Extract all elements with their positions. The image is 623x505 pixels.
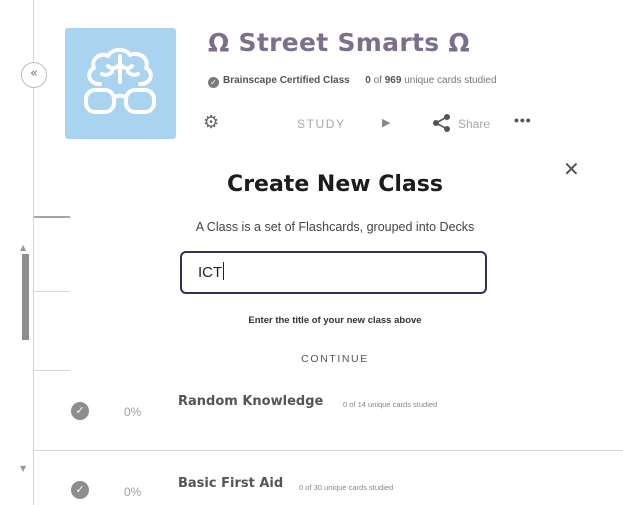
list-divider xyxy=(34,370,70,371)
deck-percent: 0% xyxy=(124,405,142,419)
cards-studied-count: 0 xyxy=(365,75,371,86)
gear-icon[interactable]: ⚙ xyxy=(203,113,223,133)
scrollbar-thumb[interactable] xyxy=(22,254,29,340)
input-value: ICT xyxy=(198,264,223,281)
list-header-divider xyxy=(34,216,70,218)
deck-card-count: 0 of 30 unique cards studied xyxy=(299,483,394,492)
collapse-sidebar-button[interactable]: « xyxy=(21,62,47,88)
class-thumbnail xyxy=(65,28,176,139)
class-title-input[interactable]: ICT xyxy=(180,251,487,294)
play-icon[interactable]: ▶ xyxy=(382,116,390,129)
more-options-icon[interactable]: ••• xyxy=(514,112,532,128)
input-hint: Enter the title of your new class above xyxy=(248,315,422,326)
cards-total-count: 969 xyxy=(384,75,402,86)
list-divider xyxy=(34,450,623,451)
modal-description: A Class is a set of Flashcards, grouped … xyxy=(195,220,475,234)
deck-name[interactable]: Random Knowledge xyxy=(178,394,323,409)
cards-of-text: of xyxy=(373,75,382,86)
deck-percent: 0% xyxy=(124,485,142,499)
share-icon[interactable] xyxy=(432,113,452,133)
deck-check-icon: ✓ xyxy=(71,402,89,420)
modal-title: Create New Class xyxy=(227,172,443,197)
scroll-down-arrow[interactable]: ▼ xyxy=(20,464,26,473)
deck-check-icon: ✓ xyxy=(71,481,89,499)
list-divider xyxy=(34,291,70,292)
cards-studied-suffix: unique cards studied xyxy=(404,75,497,86)
deck-name[interactable]: Basic First Aid xyxy=(178,476,283,491)
class-meta: ✓ Brainscape Certified Class 0 of 969 uni… xyxy=(208,75,497,88)
text-caret xyxy=(223,262,225,280)
study-button[interactable]: STUDY xyxy=(297,117,346,131)
deck-card-count: 0 of 14 unique cards studied xyxy=(343,400,438,409)
scroll-up-arrow[interactable]: ▲ xyxy=(20,243,26,252)
continue-button[interactable]: CONTINUE xyxy=(0,353,623,365)
certified-check-icon: ✓ xyxy=(208,77,219,88)
share-button[interactable]: Share xyxy=(458,117,490,131)
class-title: Ω Street Smarts Ω xyxy=(208,28,470,57)
brain-glasses-icon xyxy=(84,47,156,114)
certified-label: Brainscape Certified Class xyxy=(223,75,350,86)
